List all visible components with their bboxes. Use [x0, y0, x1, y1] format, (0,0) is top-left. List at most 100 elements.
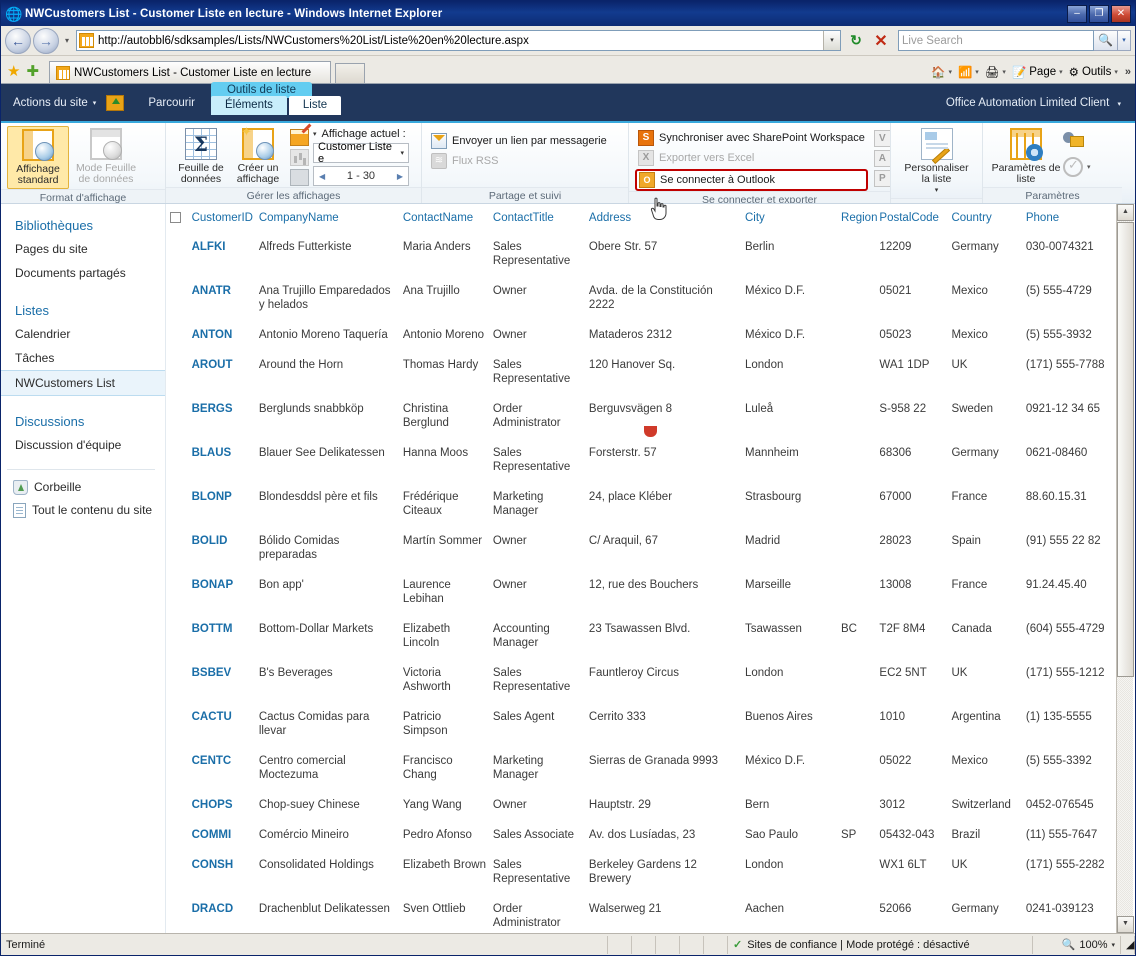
table-row[interactable]: BSBEV B's Beverages Victoria Ashworth Sales… — [170, 658, 1122, 702]
chevron-down-icon[interactable]: ▾ — [1111, 941, 1115, 949]
minimize-button[interactable]: – — [1067, 4, 1087, 23]
row-checkbox-cell[interactable] — [170, 394, 192, 438]
create-view-button[interactable]: ✦ Créer un affichage — [230, 125, 286, 187]
sidebar-item-calendrier[interactable]: Calendrier — [1, 322, 165, 346]
new-tab-button[interactable] — [335, 63, 366, 83]
row-checkbox-cell[interactable] — [170, 746, 192, 790]
row-checkbox-cell[interactable] — [170, 850, 192, 894]
column-header-postalcode[interactable]: PostalCode — [879, 204, 951, 232]
scroll-up-button[interactable]: ▲ — [1117, 204, 1134, 221]
pager-next-icon[interactable]: ▶ — [397, 172, 403, 181]
navigate-up-icon[interactable] — [106, 94, 125, 111]
rss-feed-button[interactable]: ≋ Flux RSS — [428, 152, 610, 170]
customerid-link[interactable]: BOLID — [192, 535, 228, 547]
column-header-customerid[interactable]: CustomerID — [192, 204, 259, 232]
sidebar-item-corbeille[interactable]: Corbeille — [13, 476, 165, 499]
view-pager[interactable]: ◀ 1 - 30 ▶ — [313, 166, 409, 186]
customerid-link[interactable]: BERGS — [192, 403, 233, 415]
chevron-down-icon[interactable]: ▾ — [975, 68, 979, 76]
datasheet-view-button[interactable]: Mode Feuille de données — [69, 126, 143, 187]
column-header-contacttitle[interactable]: ContactTitle — [493, 204, 589, 232]
chevron-down-icon[interactable]: ▾ — [313, 130, 317, 138]
chevron-down-icon[interactable]: ▾ — [948, 68, 952, 76]
cell-customerid-link[interactable]: BOLID — [192, 526, 259, 570]
row-checkbox-cell[interactable] — [170, 702, 192, 746]
table-row[interactable]: BLONP Blondesddsl père et fils Frédérique … — [170, 482, 1122, 526]
table-row[interactable]: AROUT Around the Horn Thomas Hardy Sales Re… — [170, 350, 1122, 394]
tab-elements[interactable]: Éléments — [210, 96, 287, 115]
row-checkbox-cell[interactable] — [170, 276, 192, 320]
customerid-link[interactable]: CENTC — [192, 755, 232, 767]
url-input[interactable]: http://autobbl6/sdksamples/Lists/NWCusto… — [76, 30, 841, 51]
cell-customerid-link[interactable]: BERGS — [192, 394, 259, 438]
table-row[interactable]: CONSH Consolidated Holdings Elizabeth Brow… — [170, 850, 1122, 894]
customerid-link[interactable]: BLONP — [192, 491, 232, 503]
chevron-down-icon[interactable]: ▾ — [1114, 68, 1118, 76]
table-row[interactable]: BLAUS Blauer See Delikatessen Hanna Moos Sa… — [170, 438, 1122, 482]
chevron-down-icon[interactable]: ▾ — [1002, 68, 1006, 76]
navigate-up-view-icon[interactable] — [290, 169, 309, 186]
browser-tab[interactable]: NWCustomers List - Customer Liste en lec… — [49, 61, 332, 83]
chevron-down-icon[interactable]: ▾ — [1087, 163, 1091, 171]
customerid-link[interactable]: AROUT — [192, 359, 233, 371]
cell-customerid-link[interactable]: BOTTM — [192, 614, 259, 658]
add-favorite-icon[interactable]: ✚ — [26, 61, 39, 83]
print-button[interactable]: 🖨 ▾ — [983, 64, 1008, 80]
chevron-down-icon[interactable]: ▾ — [61, 36, 73, 45]
table-row[interactable]: ALFKI Alfreds Futterkiste Maria Anders Sale… — [170, 232, 1122, 276]
sidebar-item-all-site-content[interactable]: Tout le contenu du site — [13, 499, 165, 522]
cell-customerid-link[interactable]: COMMI — [192, 820, 259, 850]
cell-customerid-link[interactable]: BSBEV — [192, 658, 259, 702]
cell-customerid-link[interactable]: ANTON — [192, 320, 259, 350]
customerid-link[interactable]: COMMI — [192, 829, 232, 841]
scroll-down-button[interactable]: ▼ — [1117, 916, 1134, 933]
favorites-star-icon[interactable]: ★ — [7, 61, 20, 83]
table-row[interactable]: BOLID Bólido Comidas preparadas Martín Som… — [170, 526, 1122, 570]
datasheet-button[interactable]: Σ Feuille de données — [172, 126, 230, 187]
cell-customerid-link[interactable]: BLAUS — [192, 438, 259, 482]
row-checkbox-cell[interactable] — [170, 614, 192, 658]
pager-prev-icon[interactable]: ◀ — [319, 172, 325, 181]
security-zone[interactable]: ✓ Sites de confiance | Mode protégé : dé… — [728, 935, 1033, 954]
customerid-link[interactable]: BLAUS — [192, 447, 232, 459]
project-export-icon[interactable]: P — [873, 170, 891, 187]
access-export-icon[interactable]: A — [873, 150, 891, 167]
sidebar-item-pages-du-site[interactable]: Pages du site — [1, 237, 165, 261]
site-actions-menu[interactable]: Actions du site ▾ — [1, 84, 104, 121]
search-provider-caret-icon[interactable]: ▾ — [1118, 30, 1131, 51]
feeds-button[interactable]: 📶 ▾ — [956, 64, 981, 80]
table-row[interactable]: CENTC Centro comercial Moctezuma Francisco… — [170, 746, 1122, 790]
cell-customerid-link[interactable]: BONAP — [192, 570, 259, 614]
column-header-region[interactable]: Region — [841, 204, 879, 232]
url-history-caret-icon[interactable]: ▾ — [823, 31, 840, 50]
cell-customerid-link[interactable]: ANATR — [192, 276, 259, 320]
cell-customerid-link[interactable]: CHOPS — [192, 790, 259, 820]
zoom-control[interactable]: 🔍 100% ▾ — [1033, 935, 1121, 954]
row-checkbox-cell[interactable] — [170, 482, 192, 526]
customerid-link[interactable]: CACTU — [192, 711, 232, 723]
standard-view-button[interactable]: Affichage standard — [7, 126, 69, 189]
resize-grip-icon[interactable]: ◢ — [1121, 935, 1135, 954]
sidebar-item-taches[interactable]: Tâches — [1, 346, 165, 370]
create-column-icon[interactable] — [290, 149, 309, 166]
list-permissions-icon[interactable] — [1063, 130, 1087, 150]
column-header-phone[interactable]: Phone — [1026, 204, 1122, 232]
column-header-companyname[interactable]: CompanyName — [259, 204, 403, 232]
table-row[interactable]: CACTU Cactus Comidas para llevar Patricio … — [170, 702, 1122, 746]
cell-customerid-link[interactable]: CACTU — [192, 702, 259, 746]
table-row[interactable]: BOTTM Bottom-Dollar Markets Elizabeth Linc… — [170, 614, 1122, 658]
column-header-city[interactable]: City — [745, 204, 841, 232]
cell-customerid-link[interactable]: CONSH — [192, 850, 259, 894]
toolbar-overflow-icon[interactable]: » — [1125, 66, 1131, 78]
customerid-link[interactable]: ANTON — [192, 329, 233, 341]
cell-customerid-link[interactable]: AROUT — [192, 350, 259, 394]
sidebar-item-nwcustomers-list[interactable]: NWCustomers List — [1, 370, 165, 396]
cell-customerid-link[interactable]: DRACD — [192, 894, 259, 933]
tab-liste[interactable]: Liste — [288, 96, 342, 115]
cell-customerid-link[interactable]: CENTC — [192, 746, 259, 790]
stop-icon[interactable]: ✕ — [869, 29, 893, 52]
chevron-down-icon[interactable]: ▾ — [1059, 68, 1063, 76]
refresh-icon[interactable]: ↻ — [844, 29, 868, 52]
home-button[interactable]: 🏠 ▾ — [929, 64, 954, 80]
cell-customerid-link[interactable]: ALFKI — [192, 232, 259, 276]
